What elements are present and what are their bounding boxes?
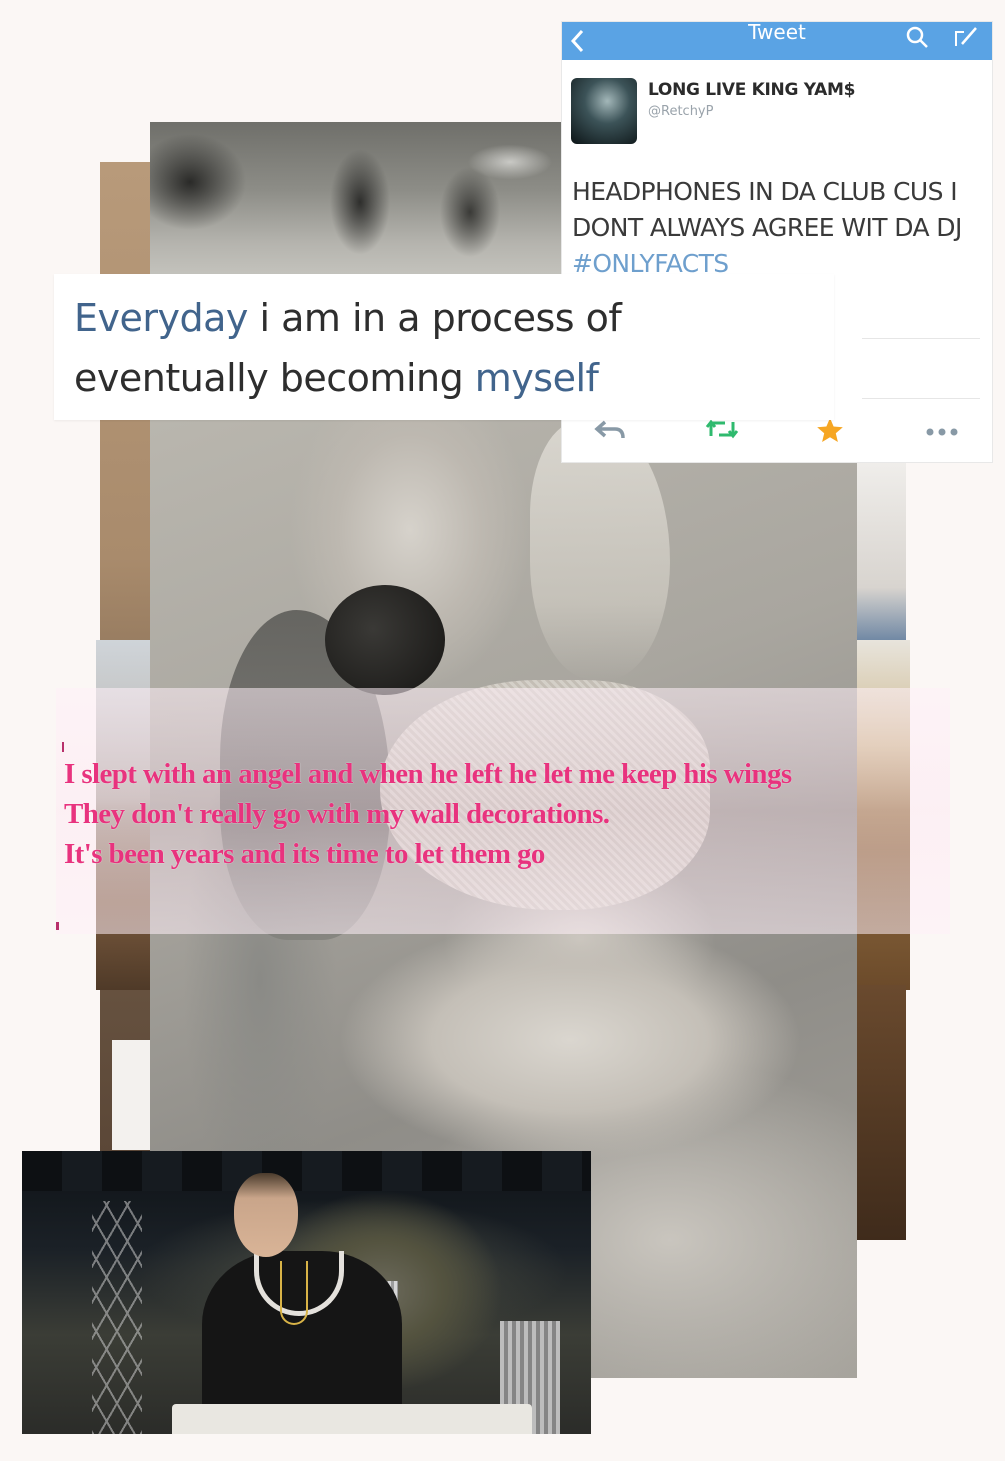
dj-head [234, 1173, 298, 1257]
poem-text: I slept with an angel and when he left h… [64, 754, 950, 874]
poem-overlay: I slept with an angel and when he left h… [56, 688, 950, 934]
text-cursor-mark [62, 742, 64, 752]
quote-text: Everyday i am in a process of eventually… [74, 288, 814, 408]
stage-ceiling [22, 1151, 591, 1191]
user-handle[interactable]: @RetchyP [648, 104, 713, 119]
lighting-truss [92, 1201, 142, 1434]
tweet-top-bar: Tweet [562, 22, 992, 60]
wood-floor-fragment [856, 985, 906, 1240]
more-options-icon[interactable] [922, 416, 962, 444]
poem-line: It's been years and its time to let them… [64, 838, 545, 870]
poem-line: I slept with an angel and when he left h… [64, 758, 792, 790]
quote-highlight-word: Everyday [74, 296, 248, 340]
favorite-star-icon[interactable] [810, 416, 850, 444]
text-cursor-mark [56, 922, 59, 930]
fruit-shape [325, 585, 445, 695]
beach-photo-top [150, 122, 562, 274]
necklace [280, 1261, 308, 1325]
tweet-body: HEADPHONES IN DA CLUB CUS I DONT ALWAYS … [572, 174, 982, 282]
search-icon[interactable] [904, 24, 930, 50]
retweet-icon[interactable] [702, 416, 742, 444]
photo-fragment-right-top [856, 460, 906, 642]
dj-photo [22, 1151, 591, 1434]
quote-card: Everyday i am in a process of eventually… [54, 274, 834, 420]
divider [862, 398, 980, 399]
quote-line-2: eventually becoming [74, 356, 475, 400]
divider [862, 338, 980, 339]
quote-line-1: i am in a process of [247, 296, 622, 340]
reply-icon[interactable] [590, 416, 630, 444]
compose-icon[interactable] [952, 24, 982, 50]
dj-mixer [172, 1404, 532, 1434]
display-name[interactable]: LONG LIVE KING YAM$ [648, 80, 855, 100]
white-paper-fragment [112, 1040, 152, 1150]
tweet-text: HEADPHONES IN DA CLUB CUS I DONT ALWAYS … [572, 177, 962, 242]
quote-highlight-word: myself [474, 356, 599, 400]
poem-line: They don't really go with my wall decora… [64, 798, 610, 830]
avatar[interactable] [571, 78, 637, 144]
